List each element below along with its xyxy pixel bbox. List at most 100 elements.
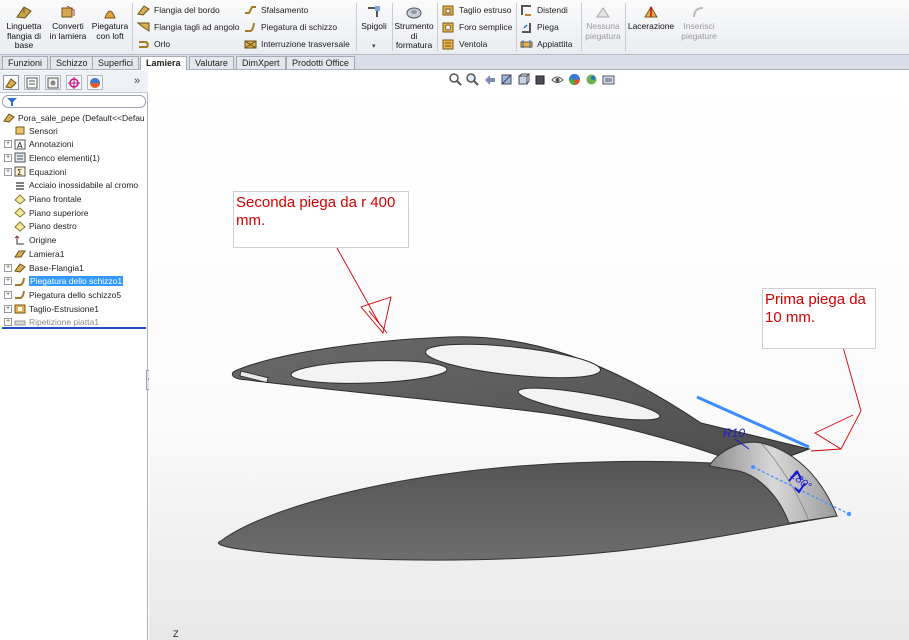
lower-flange[interactable] bbox=[217, 460, 839, 561]
tree-item-label: Taglio-Estrusione1 bbox=[29, 303, 99, 314]
graphics-viewport[interactable]: R10 180° Seconda piega da r 400 mm. Prim… bbox=[149, 71, 909, 640]
fold-icon bbox=[522, 23, 531, 33]
lofted-bend-button[interactable]: Piegatura con loft bbox=[90, 2, 130, 41]
cross-break-icon bbox=[244, 40, 257, 49]
callout-first-bend: Prima piega da 10 mm. bbox=[762, 288, 876, 349]
button-label: Piega bbox=[537, 22, 559, 32]
button-label: Strumento bbox=[394, 21, 434, 31]
tab-lamiera[interactable]: Lamiera bbox=[140, 56, 187, 70]
tree-item[interactable]: + Taglio-Estrusione1 bbox=[0, 302, 148, 315]
insert-bends-button[interactable]: Inserisci piegature bbox=[677, 2, 721, 41]
tree-item[interactable]: Piano superiore bbox=[0, 206, 148, 219]
extruded-cut-button[interactable]: Taglio estruso bbox=[442, 3, 511, 17]
tree-filter-input[interactable] bbox=[2, 95, 146, 108]
hem-button[interactable]: Orlo bbox=[137, 37, 170, 51]
feature-tree-icon bbox=[5, 77, 17, 89]
expand-icon[interactable]: + bbox=[4, 277, 12, 286]
tree-root[interactable]: Pora_sale_pepe (Default<<Defau bbox=[0, 111, 148, 124]
tree-item[interactable]: + Σ Equazioni bbox=[0, 165, 148, 178]
base-flange-button[interactable]: Linguetta flangia di base bbox=[4, 2, 44, 51]
button-label: Distendi bbox=[537, 5, 568, 15]
tree-item-label: Piano superiore bbox=[29, 207, 89, 218]
miter-flange-button[interactable]: Flangia tagli ad angolo bbox=[137, 20, 240, 34]
button-label: Interruzione trasversale bbox=[261, 39, 350, 49]
display-manager-tab[interactable] bbox=[87, 75, 103, 90]
chevron-down-icon[interactable]: ▾ bbox=[372, 42, 376, 50]
feature-manager-tab[interactable] bbox=[3, 75, 19, 90]
rip-button[interactable]: Lacerazione bbox=[627, 2, 675, 32]
tree-item[interactable]: + Piegatura dello schizzo1 bbox=[0, 275, 148, 288]
unfold-icon bbox=[521, 5, 531, 16]
rollback-bar[interactable] bbox=[2, 327, 146, 329]
convert-sheet-icon bbox=[61, 5, 75, 18]
tab-prodotti-office[interactable]: Prodotti Office bbox=[286, 56, 355, 69]
chevron-right-icon[interactable]: » bbox=[134, 75, 140, 87]
expand-icon[interactable]: + bbox=[4, 290, 12, 299]
tree-item[interactable]: + A Annotazioni bbox=[0, 138, 148, 151]
sketch-point[interactable] bbox=[751, 465, 755, 469]
edge-flange-button[interactable]: Flangia del bordo bbox=[137, 3, 220, 17]
tree-item-label: Base-Flangia1 bbox=[29, 262, 84, 273]
button-label: Nessuna bbox=[586, 21, 620, 31]
tree-item[interactable]: + Piegatura dello schizzo5 bbox=[0, 288, 148, 301]
tree-item[interactable]: Origine bbox=[0, 234, 148, 247]
tab-dimxpert[interactable]: DimXpert bbox=[236, 56, 286, 69]
fold-button[interactable]: Piega bbox=[520, 20, 559, 34]
expand-icon[interactable]: + bbox=[4, 167, 12, 176]
configuration-manager-tab[interactable] bbox=[45, 75, 61, 90]
miter-flange-icon bbox=[137, 22, 150, 32]
tree-item[interactable]: Piano destro bbox=[0, 220, 148, 233]
convert-to-sheet-metal-button[interactable]: Converti in lamiera bbox=[48, 2, 88, 41]
base-flange-icon bbox=[16, 6, 32, 19]
expand-icon[interactable]: + bbox=[4, 304, 12, 313]
tree-item[interactable]: Sensori bbox=[0, 124, 148, 137]
tab-valutare[interactable]: Valutare bbox=[189, 56, 234, 69]
sheet-metal-part[interactable]: R10 180° bbox=[149, 71, 909, 640]
tree-item-label: Lamiera1 bbox=[29, 248, 65, 259]
button-label: Ventola bbox=[459, 39, 488, 49]
ribbon-separator bbox=[356, 3, 357, 51]
vent-button[interactable]: Ventola bbox=[442, 37, 487, 51]
cross-break-button[interactable]: Interruzione trasversale bbox=[244, 37, 350, 51]
button-label: Taglio estruso bbox=[459, 5, 512, 15]
tree-item[interactable]: Piano frontale bbox=[0, 193, 148, 206]
tree-item[interactable]: + Elenco elementi(1) bbox=[0, 151, 148, 164]
ribbon-separator bbox=[437, 3, 438, 51]
forming-tool-button[interactable]: Strumento di formatura bbox=[393, 2, 435, 51]
part-icon bbox=[3, 113, 15, 123]
unfold-button[interactable]: Distendi bbox=[520, 3, 568, 17]
rip-icon bbox=[644, 6, 658, 18]
tab-superfici[interactable]: Superfici bbox=[92, 56, 140, 69]
tab-funzioni[interactable]: Funzioni bbox=[2, 56, 49, 69]
button-label: Linguetta bbox=[6, 21, 42, 31]
button-label: in lamiera bbox=[49, 30, 87, 41]
sketched-bend-icon bbox=[245, 22, 255, 32]
tree-item[interactable]: Acciaio inossidabile al cromo bbox=[0, 179, 148, 192]
dimxpert-manager-tab[interactable] bbox=[66, 75, 82, 90]
button-label: Orlo bbox=[154, 39, 171, 49]
simple-hole-button[interactable]: Foro semplice bbox=[442, 20, 512, 34]
tab-schizzo[interactable]: Schizzo bbox=[50, 56, 94, 69]
jog-button[interactable]: Sfalsamento bbox=[244, 3, 308, 17]
sketch-point[interactable] bbox=[846, 511, 852, 517]
expand-icon[interactable]: + bbox=[4, 318, 12, 327]
forming-tool-icon bbox=[406, 7, 422, 19]
radius-dimension[interactable]: R10 bbox=[723, 426, 745, 440]
no-bends-button[interactable]: Nessuna piegatura bbox=[583, 2, 623, 41]
callout-second-bend: Seconda piega da r 400 mm. bbox=[233, 191, 409, 248]
button-label: Converti bbox=[52, 21, 84, 31]
tree-item-label: Ripetizione piatta1 bbox=[29, 317, 99, 328]
expand-icon[interactable]: + bbox=[4, 153, 12, 162]
expand-icon[interactable]: + bbox=[4, 140, 12, 149]
simple-hole-icon bbox=[442, 22, 454, 33]
jog-icon bbox=[245, 6, 256, 14]
tree-item[interactable]: Lamiera1 bbox=[0, 247, 148, 260]
expand-icon[interactable]: + bbox=[4, 263, 12, 272]
sketched-bend-button[interactable]: Piegatura di schizzo bbox=[244, 20, 337, 34]
property-manager-tab[interactable] bbox=[24, 75, 40, 90]
ribbon-separator bbox=[132, 3, 133, 51]
flatten-button[interactable]: Appiattita bbox=[520, 37, 572, 51]
corners-button[interactable]: Spigoli bbox=[358, 2, 390, 32]
tree-item[interactable]: + Base-Flangia1 bbox=[0, 261, 148, 274]
tree-item-label: Equazioni bbox=[29, 166, 67, 177]
